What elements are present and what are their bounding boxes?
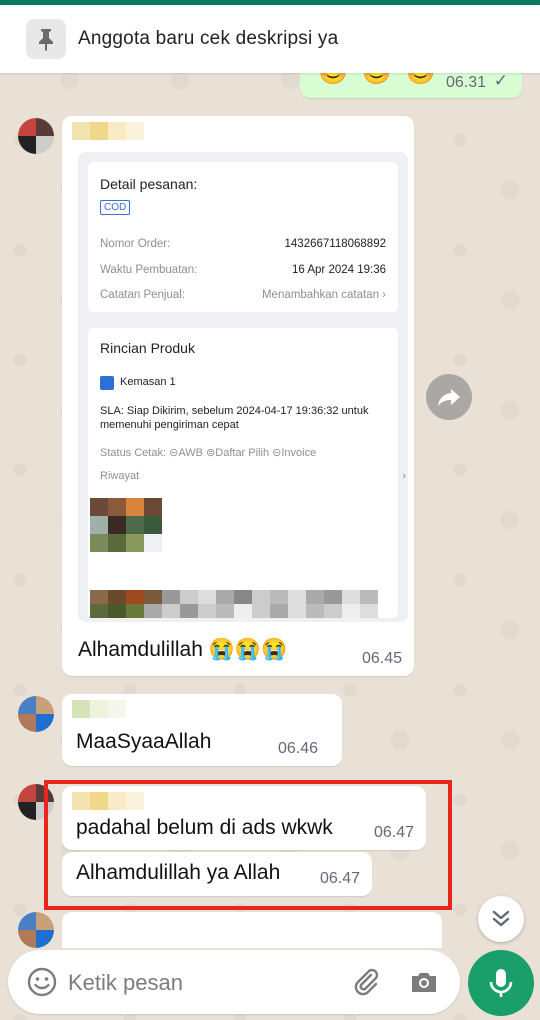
blurred-product-row bbox=[90, 590, 378, 618]
forward-icon bbox=[438, 389, 460, 406]
pinned-message-banner[interactable]: Anggota baru cek deskripsi ya bbox=[0, 5, 540, 73]
paperclip-icon bbox=[354, 968, 379, 996]
product-title: Rincian Produk bbox=[100, 340, 195, 356]
seller-note-row: Catatan Penjual: Menambahkan catatan › bbox=[100, 289, 386, 301]
blurred-product-image bbox=[90, 498, 162, 552]
avatar[interactable] bbox=[18, 696, 54, 732]
sender-name-blurred bbox=[72, 700, 126, 718]
emoji-button[interactable] bbox=[26, 966, 58, 1003]
sender-name-blurred bbox=[72, 122, 144, 140]
double-chevron-down-icon bbox=[492, 910, 510, 927]
message-text: MaaSyaaAllah bbox=[76, 730, 212, 753]
attach-button[interactable] bbox=[350, 966, 382, 1003]
pinned-message-text: Anggota baru cek deskripsi ya bbox=[78, 28, 339, 49]
product-detail-panel: Rincian Produk Kemasan 1 SLA: Siap Dikir… bbox=[88, 328, 406, 618]
read-check-icon: ✓ bbox=[493, 71, 508, 90]
avatar[interactable] bbox=[18, 912, 54, 948]
order-number-row: Nomor Order: 1432667118068892 bbox=[100, 238, 386, 250]
scroll-to-bottom-button[interactable] bbox=[478, 896, 524, 942]
message-input[interactable]: Ketik pesan bbox=[68, 970, 183, 996]
created-time-row: Waktu Pembuatan: 16 Apr 2024 19:36 bbox=[100, 264, 386, 276]
highlight-annotation bbox=[44, 780, 452, 910]
forward-button[interactable] bbox=[426, 374, 472, 420]
image-caption: Alhamdulillah 😭😭😭 bbox=[78, 638, 288, 661]
sla-text: SLA: Siap Dikirim, sebelum 2024-04-17 19… bbox=[100, 405, 369, 431]
image-message[interactable]: Detail pesanan: COD Nomor Order: 14326671… bbox=[62, 116, 414, 676]
emoji-icon bbox=[27, 967, 57, 997]
history-row: Riwayat › bbox=[100, 470, 406, 482]
order-detail-panel: Detail pesanan: COD Nomor Order: 14326671… bbox=[88, 162, 398, 312]
detail-title: Detail pesanan: bbox=[100, 176, 198, 192]
message-composer[interactable]: Ketik pesan bbox=[8, 950, 460, 1014]
camera-button[interactable] bbox=[408, 966, 440, 1003]
avatar[interactable] bbox=[18, 118, 54, 154]
pin-icon bbox=[26, 19, 66, 59]
microphone-icon bbox=[489, 969, 513, 997]
cod-badge: COD bbox=[100, 200, 131, 215]
message-time: 06.45 bbox=[361, 650, 402, 667]
message-time: 06.46 bbox=[277, 740, 318, 757]
voice-record-button[interactable] bbox=[468, 950, 534, 1016]
incoming-message[interactable]: MaaSyaaAllah 06.46 bbox=[62, 694, 342, 766]
message-time: 06.31 bbox=[445, 74, 486, 91]
print-status: Status Cetak: ⊝AWB ⊜Daftar Pilih ⊝Invoic… bbox=[100, 447, 317, 459]
incoming-message[interactable] bbox=[62, 912, 442, 948]
package-label: Kemasan 1 bbox=[120, 376, 176, 388]
order-screenshot[interactable]: Detail pesanan: COD Nomor Order: 14326671… bbox=[78, 152, 408, 622]
camera-icon bbox=[412, 973, 436, 992]
package-icon bbox=[100, 376, 114, 390]
